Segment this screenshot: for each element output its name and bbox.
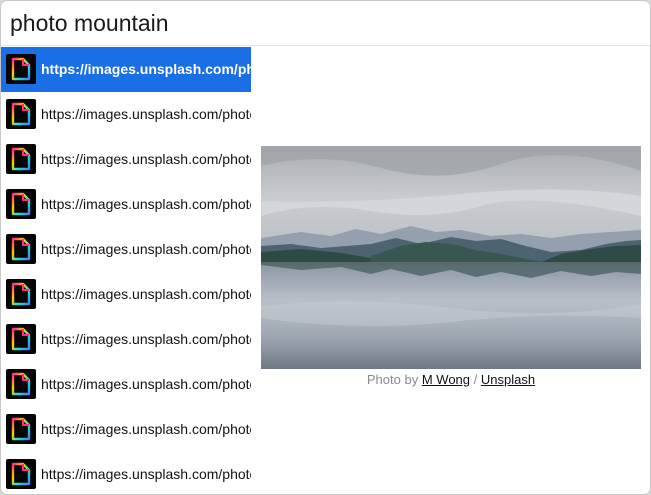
result-item[interactable]: https://images.unsplash.com/photo-148372… <box>1 272 251 317</box>
result-url: https://images.unsplash.com/photo-151968… <box>41 241 251 257</box>
credit-prefix: Photo by <box>366 372 419 387</box>
file-icon <box>6 189 36 219</box>
preview-photo <box>261 146 641 369</box>
result-url: https://images.unsplash.com/photo-143439… <box>41 421 251 437</box>
image-preview: Photo by M Wong / Unsplash <box>261 146 641 388</box>
result-url: https://images.unsplash.com/photo-146482… <box>41 106 251 122</box>
result-url: https://images.unsplash.com/photo-148372… <box>41 286 251 302</box>
result-url: https://images.unsplash.com/photo-148687… <box>41 196 251 212</box>
result-item[interactable]: https://images.unsplash.com/photo-150690… <box>1 47 251 92</box>
file-icon <box>6 459 36 489</box>
result-item[interactable]: https://images.unsplash.com/photo-147077… <box>1 317 251 362</box>
result-url: https://images.unsplash.com/photo-144197… <box>41 466 251 482</box>
launcher-window: https://images.unsplash.com/photo-150690… <box>0 0 651 495</box>
result-item[interactable]: https://images.unsplash.com/photo-143439… <box>1 407 251 452</box>
file-icon <box>6 234 36 264</box>
file-icon <box>6 324 36 354</box>
file-icon <box>6 144 36 174</box>
result-item[interactable]: https://images.unsplash.com/photo-146482… <box>1 92 251 137</box>
search-input[interactable] <box>10 8 630 38</box>
results-list: https://images.unsplash.com/photo-150690… <box>1 47 251 494</box>
credit-separator: / <box>473 372 478 387</box>
result-item[interactable]: https://images.unsplash.com/photo-148687… <box>1 182 251 227</box>
file-icon <box>6 54 36 84</box>
result-item[interactable]: https://images.unsplash.com/photo-145449… <box>1 137 251 182</box>
result-url: https://images.unsplash.com/photo-147077… <box>41 331 251 347</box>
result-url: https://images.unsplash.com/photo-150178… <box>41 376 251 392</box>
result-item[interactable]: https://images.unsplash.com/photo-144197… <box>1 452 251 494</box>
search-bar <box>1 1 650 46</box>
result-item[interactable]: https://images.unsplash.com/photo-151968… <box>1 227 251 272</box>
file-icon <box>6 279 36 309</box>
result-url: https://images.unsplash.com/photo-150690… <box>41 61 251 77</box>
photo-credit: Photo by M Wong / Unsplash <box>261 372 641 388</box>
source-link[interactable]: Unsplash <box>481 372 535 387</box>
author-link[interactable]: M Wong <box>422 372 470 387</box>
result-item[interactable]: https://images.unsplash.com/photo-150178… <box>1 362 251 407</box>
result-url: https://images.unsplash.com/photo-145449… <box>41 151 251 167</box>
file-icon <box>6 414 36 444</box>
file-icon <box>6 369 36 399</box>
file-icon <box>6 99 36 129</box>
